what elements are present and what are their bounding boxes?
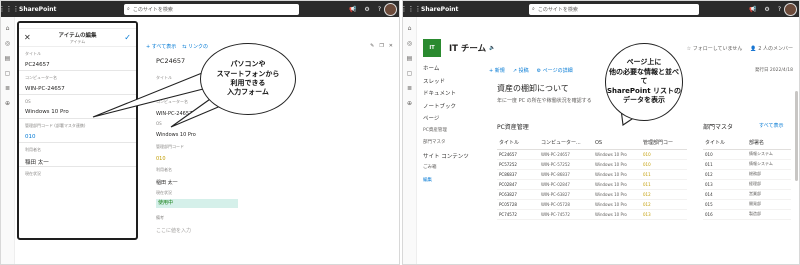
site-page-screenshot-panel: ⋮⋮⋮ SharePoint ⌕ このサイトを検索 📢 ⚙ ? ⌂ ◎ ▤ ▢ … xyxy=(402,0,800,265)
callout-line: 入力フォーム xyxy=(227,88,269,97)
callout-pointers xyxy=(620,104,654,126)
callout-line: パソコンや xyxy=(230,60,266,69)
callout-line: SharePoint リストの xyxy=(606,86,682,95)
callout-line: データを表示 xyxy=(623,96,665,105)
callout-pointer-phone xyxy=(92,70,212,118)
callout-bubble: ページ上に 他の必要な情報と並べて SharePoint リストの データを表示 xyxy=(605,43,683,121)
callout-line: 他の必要な情報と並べて xyxy=(609,67,679,86)
callout-line: スマートフォンから xyxy=(216,69,280,78)
callout-pointers xyxy=(92,70,225,128)
form-screenshot-panel: ⋮⋮⋮ SharePoint ⌕ このサイトを検索 📢 ⚙ ? ⌂ ◎ ▤ ▢ … xyxy=(0,0,400,265)
callout-line: ページ上に xyxy=(626,58,662,67)
callout-bubble: パソコンや スマートフォンから 利用できる 入力フォーム xyxy=(200,43,296,115)
